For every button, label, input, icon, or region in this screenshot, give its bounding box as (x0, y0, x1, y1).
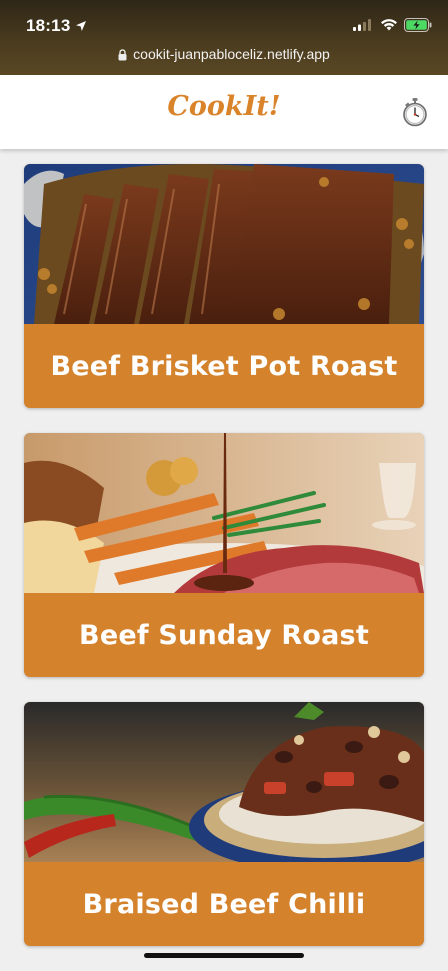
battery-charging-icon (404, 18, 432, 32)
status-bar: 18:13 (0, 0, 448, 44)
recipe-list: Beef Brisket Pot Roast Beef Sunday Roast… (24, 164, 424, 971)
cellular-signal-icon (353, 19, 371, 31)
recipe-title: Braised Beef Chilli (82, 888, 366, 920)
recipe-title: Beef Sunday Roast (79, 619, 369, 651)
wifi-icon (381, 19, 397, 31)
app-logo[interactable]: CookIt! (0, 91, 448, 122)
address-bar[interactable]: cookit-juanpabloceliz.netlify.app (0, 46, 448, 68)
stopwatch-icon[interactable] (402, 97, 428, 127)
recipe-card[interactable]: Beef Brisket Pot Roast (24, 164, 424, 408)
home-indicator[interactable] (144, 953, 304, 958)
lock-icon (118, 49, 127, 61)
browser-top-bar: 18:13 cookit-juanpabloceliz.netlify.app (0, 0, 448, 75)
recipe-image-beef-sunday-roast (24, 433, 424, 593)
recipe-title: Beef Brisket Pot Roast (50, 350, 398, 382)
recipe-card[interactable]: Braised Beef Chilli (24, 702, 424, 946)
location-arrow-icon (76, 21, 86, 31)
recipe-image-beef-brisket (24, 164, 424, 324)
app-header: CookIt! (0, 75, 448, 149)
status-time: 18:13 (26, 16, 71, 35)
recipe-card[interactable]: Beef Sunday Roast (24, 433, 424, 677)
url-text: cookit-juanpabloceliz.netlify.app (133, 46, 330, 62)
recipe-image-braised-beef-chilli (24, 702, 424, 862)
